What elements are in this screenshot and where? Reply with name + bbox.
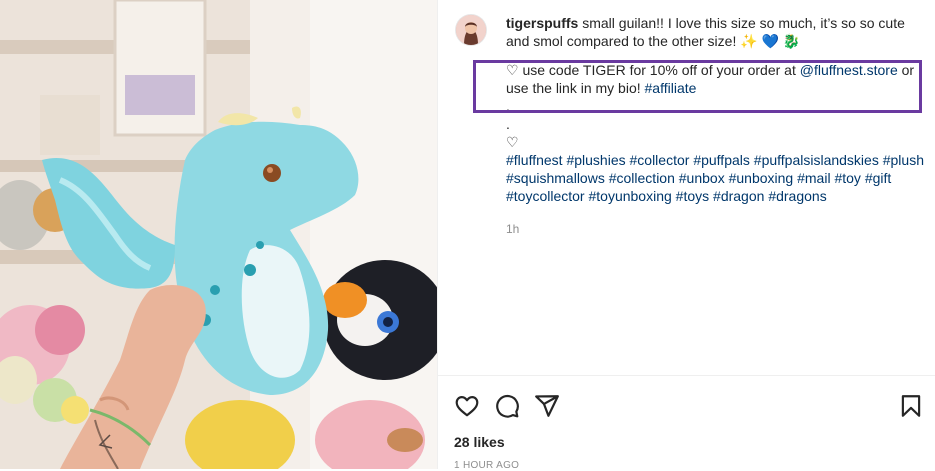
plush-dragon-photo (0, 0, 437, 469)
likes-count[interactable]: 28 likes (454, 434, 505, 450)
bookmark-icon[interactable] (898, 393, 924, 419)
comment-icon[interactable] (494, 393, 520, 419)
avatar[interactable] (456, 15, 486, 45)
heart-icon[interactable] (454, 393, 480, 419)
hashtag-link[interactable]: #puffpals (693, 152, 750, 168)
post-details-panel: tigerspuffs small guilan!! I love this s… (437, 0, 935, 471)
hashtag-link[interactable]: #mail (797, 170, 830, 186)
send-icon[interactable] (534, 393, 560, 419)
hashtag-link[interactable]: #dragons (768, 188, 826, 204)
hashtag-link[interactable]: #toycollector (506, 188, 585, 204)
dot-line: . (506, 98, 510, 114)
promo-text: ♡ use code TIGER for 10% off of your ord… (506, 62, 800, 78)
post-photo[interactable] (0, 0, 437, 469)
hashtag-link[interactable]: #fluffnest (506, 152, 563, 168)
heart-line: ♡ (506, 134, 519, 150)
hashtag-link[interactable]: #collector (630, 152, 690, 168)
hashtag-link[interactable]: #unboxing (729, 170, 794, 186)
username-link[interactable]: tigerspuffs (506, 15, 578, 31)
promo-paragraph: ♡ use code TIGER for 10% off of your ord… (506, 61, 926, 97)
comment-timestamp[interactable]: 1h (506, 222, 519, 236)
action-bar: 28 likes 1 HOUR AGO (438, 375, 935, 471)
hashtag-link[interactable]: #unbox (679, 170, 725, 186)
hashtag-list: #fluffnest #plushies #collector #puffpal… (506, 151, 926, 205)
hashtag-link[interactable]: #collection (609, 170, 675, 186)
hashtag-link[interactable]: #gift (865, 170, 891, 186)
dot-line: . (506, 116, 510, 132)
mention-link[interactable]: @fluffnest.store (800, 62, 898, 78)
hashtag-link[interactable]: #puffpalsislandskies (754, 152, 879, 168)
hashtag-link[interactable]: #toy (834, 170, 860, 186)
hashtag-link[interactable]: #plushies (566, 152, 625, 168)
avatar-image (456, 15, 486, 45)
hashtag-link[interactable]: #squishmallows (506, 170, 605, 186)
hashtag-link[interactable]: #plush (883, 152, 924, 168)
hashtag-link[interactable]: #toys (676, 188, 709, 204)
post-timestamp: 1 HOUR AGO (454, 460, 520, 471)
post-caption: tigerspuffs small guilan!! I love this s… (506, 14, 926, 205)
hashtag-link[interactable]: #toyunboxing (588, 188, 671, 204)
hashtag-affiliate[interactable]: #affiliate (645, 80, 697, 96)
hashtag-link[interactable]: #dragon (713, 188, 764, 204)
